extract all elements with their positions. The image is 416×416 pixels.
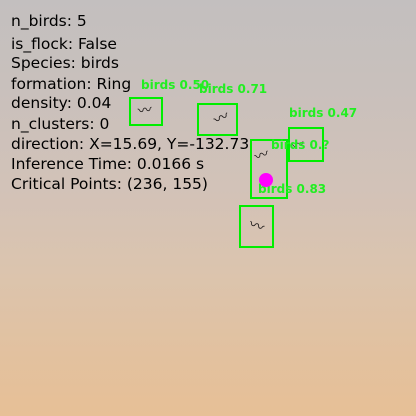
detection-box-2 — [197, 103, 238, 136]
detection-label-4: birds 0.? — [271, 138, 330, 152]
detection-box-1 — [129, 97, 163, 126]
info-n-clusters: n_clusters: 0 — [11, 115, 110, 133]
info-direction: direction: X=15.69, Y=-132.73 — [11, 135, 250, 153]
detection-label-2: birds 0.71 — [199, 82, 268, 96]
info-formation: formation: Ring — [11, 75, 132, 93]
info-inference-time: Inference Time: 0.0166 s — [11, 155, 205, 173]
sky-scene: 〰 〰 〰 〰 〰 birds 0.50 birds 0.71 birds 0.… — [0, 0, 416, 416]
info-critical-points: Critical Points: (236, 155) — [11, 175, 208, 193]
info-is-flock: is_flock: False — [11, 35, 117, 53]
info-species: Species: birds — [11, 54, 119, 72]
detection-label-3: birds 0.47 — [289, 106, 358, 120]
detection-box-5 — [239, 205, 274, 248]
info-n-birds: n_birds: 5 — [11, 12, 87, 30]
info-density: density: 0.04 — [11, 94, 112, 112]
critical-point-marker — [259, 173, 273, 187]
